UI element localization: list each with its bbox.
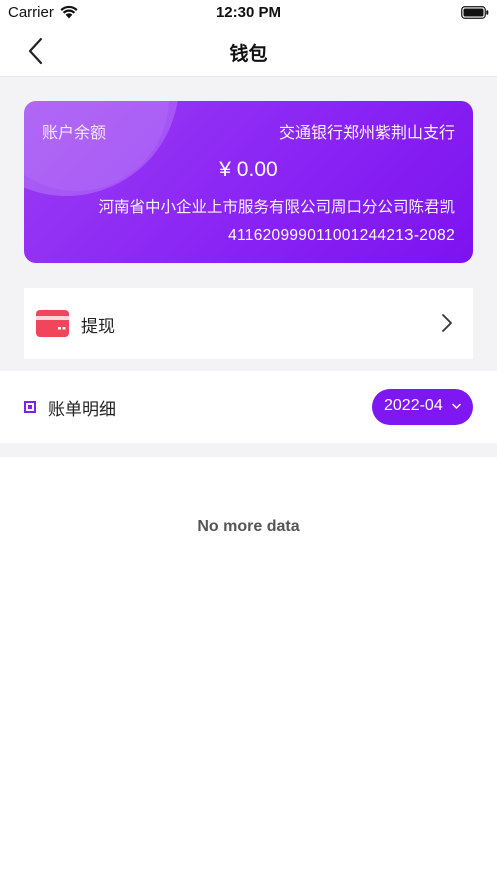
nav-bar: 钱包	[0, 26, 497, 77]
chevron-down-icon	[452, 403, 461, 409]
balance-card: 账户余额 交通银行郑州紫荆山支行 ¥ 0.00 河南省中小企业上市服务有限公司周…	[24, 101, 473, 263]
clock: 12:30 PM	[215, 4, 282, 21]
balance-label: 账户余额	[42, 123, 107, 142]
bullet-square-icon	[24, 401, 36, 413]
status-bar: Carrier 12:30 PM	[0, 0, 497, 26]
page-title: 钱包	[229, 43, 268, 65]
bill-title: 账单明细	[48, 400, 116, 420]
battery-icon	[461, 6, 489, 19]
account-number: 41162099901100124421З-2082	[228, 227, 455, 244]
bill-list: No more data	[0, 457, 497, 883]
bill-header: 账单明细 2022-04	[0, 371, 497, 443]
balance-amount: ¥ 0.00	[219, 158, 278, 181]
month-value: 2022-04	[384, 397, 443, 414]
empty-state-text: No more data	[197, 518, 300, 535]
chevron-right-icon	[442, 314, 452, 332]
withdraw-button[interactable]: 提现	[24, 288, 473, 359]
bank-name: 交通银行郑州紫荆山支行	[278, 123, 455, 142]
withdraw-label: 提现	[81, 317, 115, 337]
credit-card-icon	[36, 310, 69, 337]
month-picker[interactable]: 2022-04	[372, 389, 473, 425]
account-holder: 河南省中小企业上市服务有限公司周口分公司陈君凯	[98, 198, 455, 216]
